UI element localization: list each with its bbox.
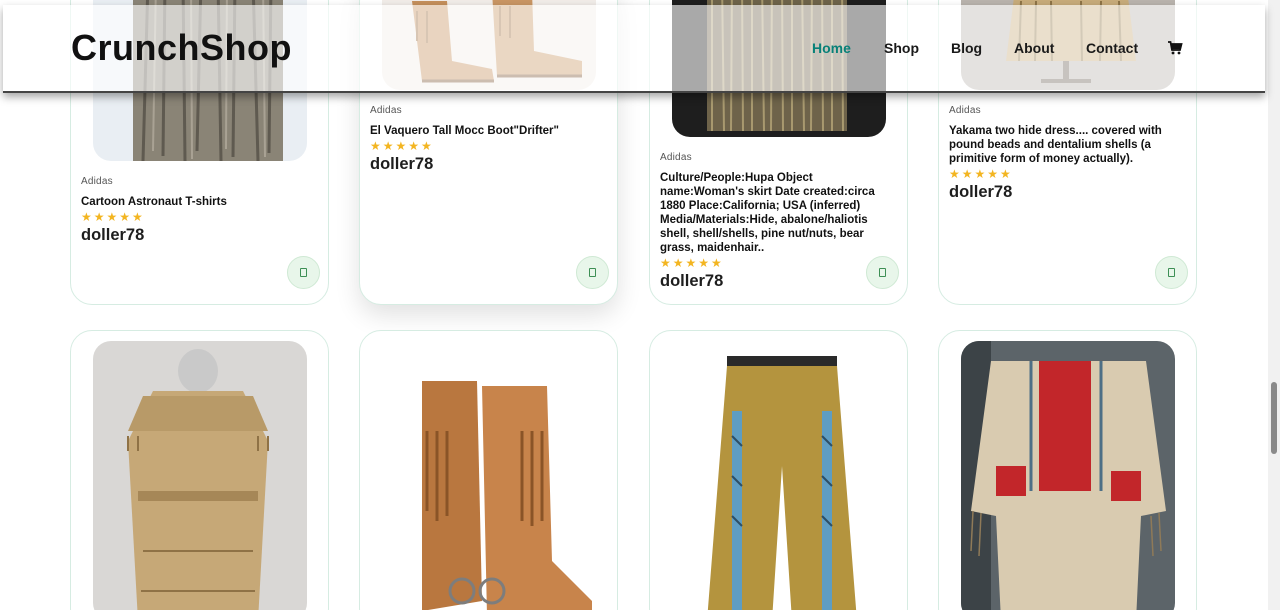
add-to-cart-button[interactable] — [1155, 256, 1188, 289]
product-title: Cartoon Astronaut T-shirts — [81, 196, 227, 208]
site-logo[interactable]: CrunchShop — [71, 27, 292, 69]
cart-icon — [1168, 268, 1175, 277]
product-title: Yakama two hide dress.... covered with p… — [949, 125, 1162, 165]
product-brand: Adidas — [660, 152, 692, 163]
shop-page: Adidas Cartoon Astronaut T-shirts ★★★★★ … — [0, 0, 1280, 610]
product-card[interactable] — [938, 330, 1197, 610]
add-to-cart-button[interactable] — [287, 256, 320, 289]
product-price: doller78 — [370, 155, 434, 173]
product-price: doller78 — [81, 226, 145, 244]
cart-icon — [879, 268, 886, 277]
rating-stars-icon: ★★★★★ — [81, 210, 145, 224]
nav-shop-link[interactable]: Shop — [884, 40, 919, 56]
product-brand: Adidas — [949, 105, 981, 116]
product-title: Culture/People:Hupa Object name:Woman's … — [660, 172, 875, 254]
nav-about-link[interactable]: About — [1014, 40, 1054, 56]
nav-blog-link[interactable]: Blog — [951, 40, 982, 56]
product-image[interactable] — [382, 371, 596, 610]
product-brand: Adidas — [370, 105, 402, 116]
product-image[interactable] — [672, 356, 886, 610]
rating-stars-icon: ★★★★★ — [370, 139, 434, 153]
navbar: CrunchShop Home Shop Blog About Contact — [3, 5, 1265, 93]
shopping-cart-icon[interactable] — [1167, 40, 1183, 56]
product-card[interactable] — [649, 330, 908, 610]
product-image[interactable] — [93, 341, 307, 610]
add-to-cart-button[interactable] — [866, 256, 899, 289]
add-to-cart-button[interactable] — [576, 256, 609, 289]
product-price: doller78 — [660, 272, 724, 290]
product-price: doller78 — [949, 183, 1013, 201]
product-brand: Adidas — [81, 176, 113, 187]
product-image[interactable] — [961, 341, 1175, 610]
scrollbar[interactable] — [1268, 0, 1280, 610]
nav-home-link[interactable]: Home — [812, 40, 851, 56]
product-title: El Vaquero Tall Mocc Boot"Drifter" — [370, 125, 559, 137]
scrollbar-thumb[interactable] — [1271, 382, 1277, 454]
cart-icon — [589, 268, 596, 277]
product-card[interactable] — [359, 330, 618, 610]
product-card[interactable] — [70, 330, 329, 610]
cart-icon — [300, 268, 307, 277]
rating-stars-icon: ★★★★★ — [949, 167, 1013, 181]
nav-contact-link[interactable]: Contact — [1086, 40, 1138, 56]
rating-stars-icon: ★★★★★ — [660, 256, 724, 270]
